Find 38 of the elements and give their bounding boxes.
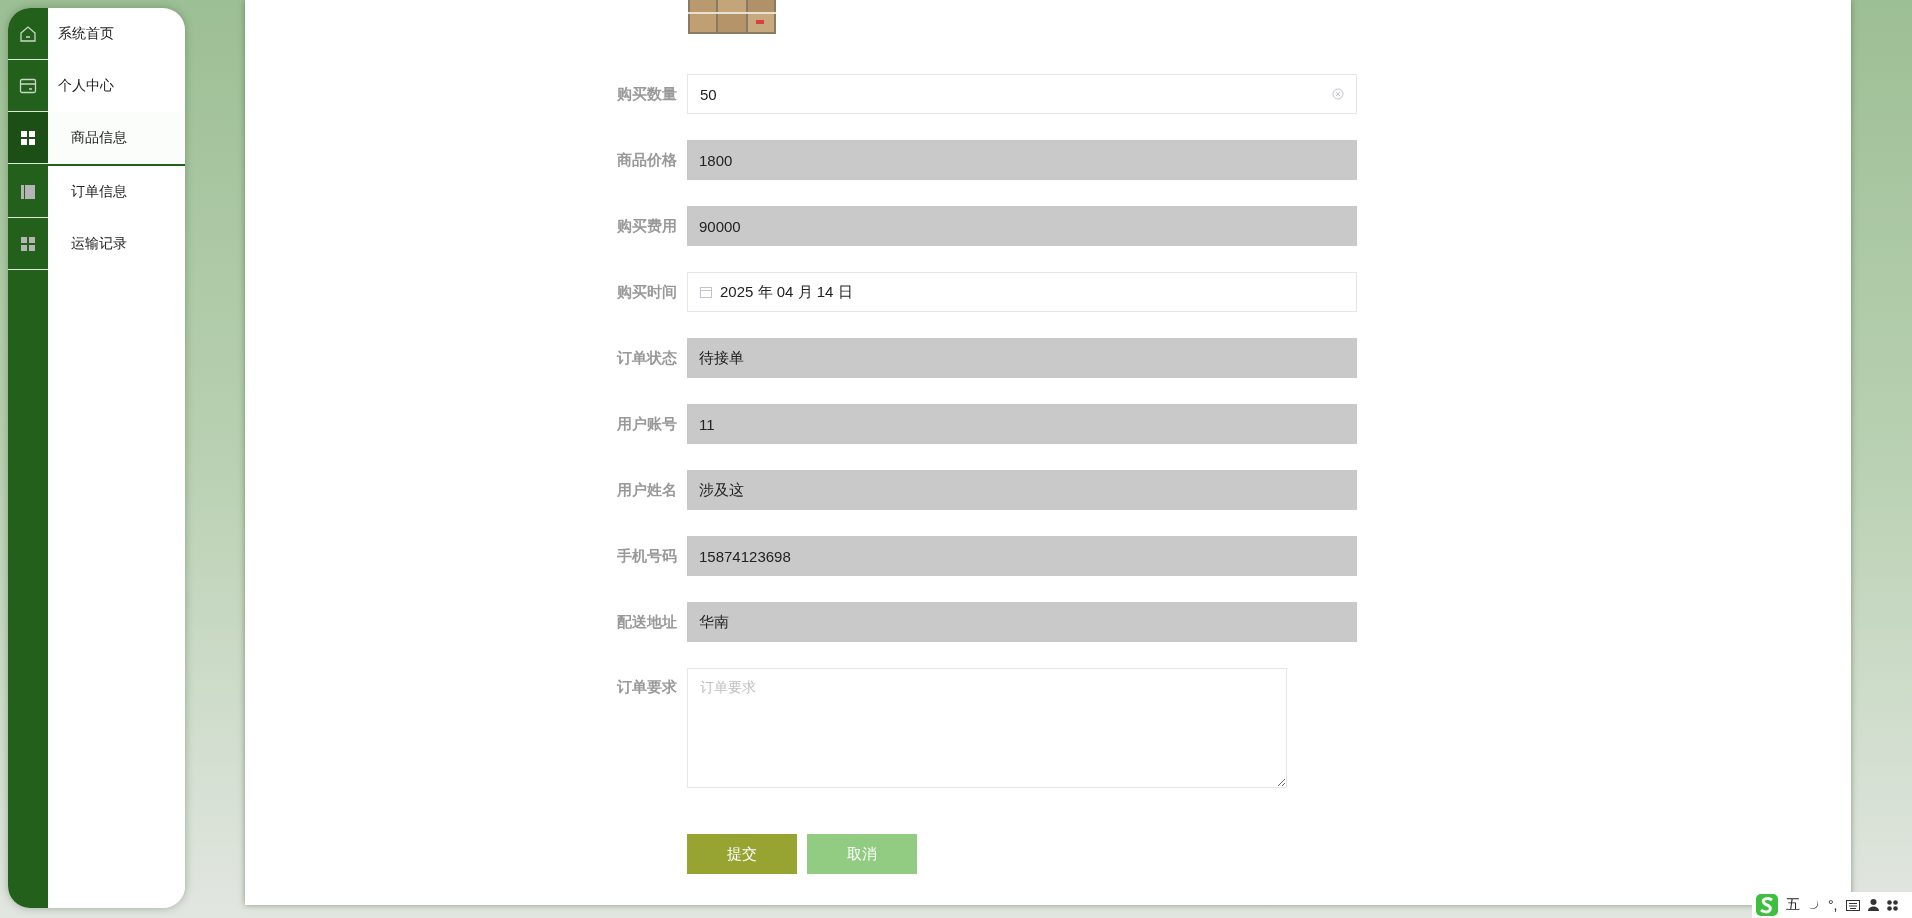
- punctuation-text[interactable]: °,: [1828, 897, 1838, 913]
- readonly-field: 11: [687, 404, 1357, 444]
- input-field[interactable]: 50: [687, 74, 1357, 114]
- calendar-icon: [700, 286, 712, 298]
- readonly-field: 华南: [687, 602, 1357, 642]
- sidebar-item[interactable]: 个人中心: [8, 60, 185, 112]
- readonly-field: 涉及这: [687, 470, 1357, 510]
- sidebar-item[interactable]: 运输记录: [8, 218, 185, 270]
- field-label: 订单状态: [615, 348, 677, 368]
- home-icon: [19, 24, 37, 43]
- input-mode-text[interactable]: 五: [1786, 896, 1800, 914]
- field-label: 购买数量: [616, 84, 677, 104]
- field-label: 商品价格: [616, 150, 677, 170]
- field-label: 购买费用: [616, 216, 677, 236]
- clear-icon: [1332, 88, 1344, 100]
- sidebar-item[interactable]: 订单信息: [8, 166, 185, 218]
- book-icon: [21, 184, 35, 199]
- grid-icon[interactable]: [1886, 899, 1898, 911]
- sidebar-item[interactable]: 商品信息: [8, 112, 185, 166]
- card-icon: [19, 77, 37, 94]
- field-label: 用户账号: [616, 414, 677, 434]
- sidebar-item[interactable]: 系统首页: [8, 8, 185, 60]
- readonly-field: 待接单: [687, 338, 1357, 378]
- readonly-field: 90000: [687, 206, 1357, 246]
- readonly-field: 15874123698: [687, 536, 1357, 576]
- field-label: 购买时间: [616, 282, 677, 302]
- grid-icon: [21, 130, 35, 145]
- moon-icon[interactable]: [1808, 899, 1820, 911]
- keyboard-icon[interactable]: [1845, 899, 1860, 911]
- field-label: 用户姓名: [616, 480, 677, 500]
- textarea-field[interactable]: 订单要求: [687, 668, 1287, 788]
- date-field[interactable]: 2025 年 04 月 14 日: [687, 272, 1357, 312]
- field-label: 配送地址: [616, 612, 677, 632]
- field-label: 手机号码: [616, 546, 677, 566]
- person-icon[interactable]: [1867, 899, 1879, 911]
- grid-icon: [21, 236, 35, 251]
- readonly-field: 1800: [687, 140, 1357, 180]
- field-label: 订单要求: [615, 677, 677, 697]
